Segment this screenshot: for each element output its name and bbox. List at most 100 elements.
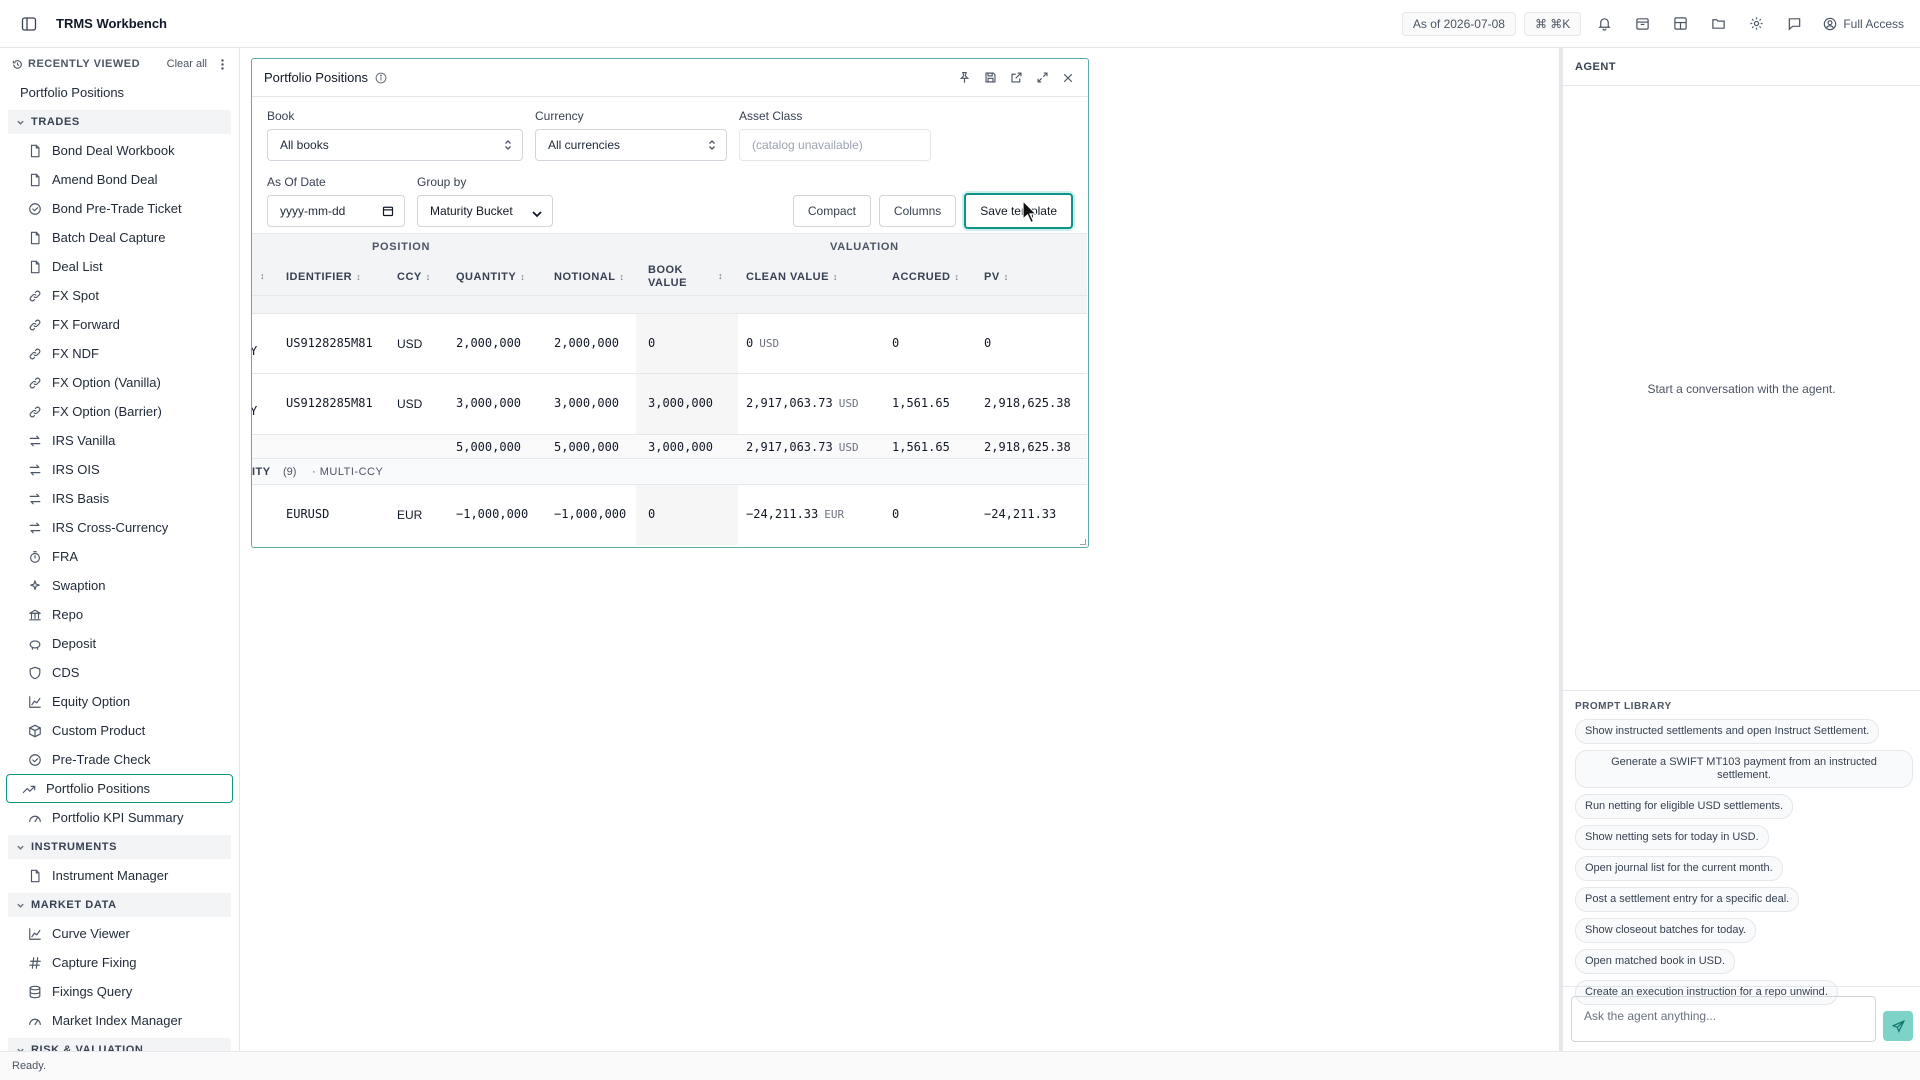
col-pv[interactable]: PV ↕ [984, 271, 1009, 283]
sidebar-item-fx-forward[interactable]: FX Forward [6, 310, 233, 339]
sidebar-item-fixings-query[interactable]: Fixings Query [6, 977, 233, 1006]
table-row[interactable]: Y US9128285M81 USD 3,000,000 3,000,000 3… [252, 374, 1087, 435]
calendar-icon[interactable] [1627, 9, 1657, 39]
group-by-select[interactable]: Maturity Bucket [417, 195, 553, 227]
send-button[interactable] [1883, 1011, 1913, 1041]
book-select[interactable]: All books [267, 129, 523, 161]
sidebar-item-label: Curve Viewer [52, 926, 130, 941]
sidebar-item-amend-bond-deal[interactable]: Amend Bond Deal [6, 165, 233, 194]
col-identifier[interactable]: IDENTIFIER ↕ [286, 271, 361, 283]
sidebar-item-deal-list[interactable]: Deal List [6, 252, 233, 281]
sidebar-item-irs-cross-currency[interactable]: IRS Cross-Currency [6, 513, 233, 542]
sidebar-toggle-icon[interactable] [18, 13, 40, 35]
agent-empty-message: Start a conversation with the agent. [1647, 382, 1836, 396]
recent-item[interactable]: Portfolio Positions [0, 77, 239, 107]
quantity-cell: −1,000,000 [456, 507, 529, 521]
compact-button[interactable]: Compact [792, 195, 871, 227]
currency-select[interactable]: All currencies [535, 129, 727, 161]
group-header-row[interactable]: ITY (9) · MULTI-CCY [252, 459, 1087, 485]
columns-button[interactable]: Columns [878, 195, 957, 227]
table-row[interactable]: Y US9128285M81 USD 2,000,000 2,000,000 0… [252, 314, 1087, 374]
history-icon [12, 59, 22, 69]
sidebar-item-equity-option[interactable]: Equity Option [6, 687, 233, 716]
layout-icon[interactable] [1665, 9, 1695, 39]
hash-icon [28, 956, 42, 970]
command-palette-button[interactable]: ⌘ ⌘K [1523, 11, 1582, 36]
sidebar-item-fx-option-vanilla[interactable]: FX Option (Vanilla) [6, 368, 233, 397]
info-icon[interactable] [375, 72, 387, 84]
sidebar-item-irs-ois[interactable]: IRS OIS [6, 455, 233, 484]
asset-class-select[interactable]: (catalog unavailable) [739, 129, 931, 161]
sidebar-item-batch-deal-capture[interactable]: Batch Deal Capture [6, 223, 233, 252]
bell-icon[interactable] [1589, 9, 1619, 39]
sidebar-item-portfolio-kpi-summary[interactable]: Portfolio KPI Summary [6, 803, 233, 832]
close-icon[interactable] [1060, 70, 1076, 86]
section-header-trades[interactable]: TRADES [8, 110, 231, 134]
sidebar-item-pre-trade-check[interactable]: Pre-Trade Check [6, 745, 233, 774]
sidebar-item-fx-spot[interactable]: FX Spot [6, 281, 233, 310]
external-link-icon[interactable] [1008, 70, 1024, 86]
col-notional[interactable]: NOTIONAL ↕ [554, 271, 624, 283]
resize-handle-icon[interactable] [1080, 539, 1086, 545]
access-level[interactable]: Full Access [1823, 17, 1904, 31]
sidebar-item-fx-ndf[interactable]: FX NDF [6, 339, 233, 368]
folder-icon[interactable] [1703, 9, 1733, 39]
sidebar-item-irs-vanilla[interactable]: IRS Vanilla [6, 426, 233, 455]
as-of-date-label: As Of Date [267, 175, 326, 189]
section-header-risk-valuation[interactable]: RISK & VALUATION [8, 1038, 231, 1051]
check-circle-icon [28, 202, 42, 216]
currency-select-value: All currencies [548, 138, 621, 152]
sidebar-item-custom-product[interactable]: Custom Product [6, 716, 233, 745]
sidebar-item-curve-viewer[interactable]: Curve Viewer [6, 919, 233, 948]
as-of-date-input[interactable]: yyyy-mm-dd [267, 195, 405, 227]
expand-icon[interactable] [1034, 70, 1050, 86]
sidebar-item-market-index-manager[interactable]: Market Index Manager [6, 1006, 233, 1035]
col-book-value[interactable]: BOOK VALUE ↕ [648, 264, 723, 290]
sidebar-item-portfolio-positions[interactable]: Portfolio Positions [6, 774, 233, 803]
sidebar-item-bond-pre-trade-ticket[interactable]: Bond Pre-Trade Ticket [6, 194, 233, 223]
gear-icon[interactable] [1741, 9, 1771, 39]
sidebar-item-capture-fixing[interactable]: Capture Fixing [6, 948, 233, 977]
as-of-date-placeholder: yyyy-mm-dd [280, 204, 346, 218]
section-header-market-data[interactable]: MARKET DATA [8, 893, 231, 917]
prompt-chip[interactable]: Show instructed settlements and open Ins… [1575, 719, 1880, 744]
piggy-bank-icon [28, 637, 42, 651]
prompt-chip[interactable]: Post a settlement entry for a specific d… [1575, 887, 1800, 912]
col-quantity[interactable]: QUANTITY ↕ [456, 271, 525, 283]
sidebar-item-instrument-manager[interactable]: Instrument Manager [6, 861, 233, 890]
prompt-chip[interactable]: Show netting sets for today in USD. [1575, 825, 1769, 850]
row-lead-cell: Y [252, 404, 257, 418]
col-accrued[interactable]: ACCRUED ↕ [892, 271, 960, 283]
prompt-chip[interactable]: Run netting for eligible USD settlements… [1575, 794, 1794, 819]
row-lead-cell: Y [252, 344, 257, 358]
table-row[interactable]: EURUSD EUR −1,000,000 −1,000,000 0 −24,2… [252, 485, 1087, 545]
col-ccy[interactable]: CCY ↕ [397, 271, 431, 283]
clear-all-button[interactable]: Clear all [167, 58, 207, 70]
prompt-chip[interactable]: Generate a SWIFT MT103 payment from an i… [1575, 750, 1913, 788]
sidebar-item-fra[interactable]: FRA [6, 542, 233, 571]
identifier-cell: US9128285M81 [286, 336, 373, 350]
section-header-instruments[interactable]: INSTRUMENTS [8, 835, 231, 859]
save-template-button[interactable]: Save template [964, 193, 1073, 229]
prompt-chip[interactable]: Open matched book in USD. [1575, 949, 1736, 974]
sidebar-item-fx-option-barrier[interactable]: FX Option (Barrier) [6, 397, 233, 426]
agent-message-input[interactable]: Ask the agent anything... [1571, 996, 1876, 1042]
sidebar-item-irs-basis[interactable]: IRS Basis [6, 484, 233, 513]
sidebar-item-label: Market Index Manager [52, 1013, 183, 1028]
column-resize-handle[interactable]: ↕ [256, 271, 265, 281]
sidebar-item-swaption[interactable]: Swaption [6, 571, 233, 600]
as-of-date-pill[interactable]: As of 2026-07-08 [1401, 11, 1516, 36]
save-icon[interactable] [982, 70, 998, 86]
sidebar-item-repo[interactable]: Repo [6, 600, 233, 629]
chat-icon[interactable] [1779, 9, 1809, 39]
calendar-icon[interactable] [382, 205, 394, 220]
more-options-icon[interactable] [217, 58, 227, 70]
prompt-chip[interactable]: Open journal list for the current month. [1575, 856, 1783, 881]
pin-icon[interactable] [956, 70, 972, 86]
sidebar-item-cds[interactable]: CDS [6, 658, 233, 687]
prompt-chip[interactable]: Show closeout batches for today. [1575, 918, 1757, 943]
sidebar-item-deposit[interactable]: Deposit [6, 629, 233, 658]
col-clean-value[interactable]: CLEAN VALUE ↕ [746, 271, 838, 283]
book-label: Book [267, 109, 295, 123]
sidebar-item-bond-deal-workbook[interactable]: Bond Deal Workbook [6, 136, 233, 165]
